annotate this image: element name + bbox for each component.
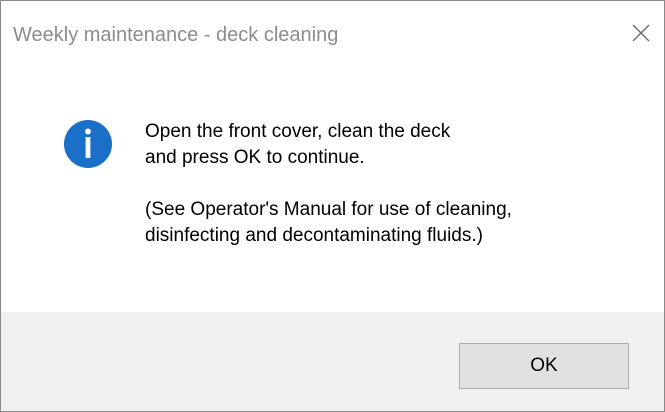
- title-bar[interactable]: Weekly maintenance - deck cleaning: [1, 1, 664, 77]
- ok-button[interactable]: OK: [459, 343, 629, 389]
- message-text: Open the front cover, clean the deck and…: [145, 119, 645, 249]
- message-line-1: Open the front cover, clean the deck: [145, 121, 451, 142]
- button-bar: OK: [1, 312, 664, 411]
- info-icon: [63, 119, 113, 169]
- message-line-3: (See Operator's Manual for use of cleani…: [145, 199, 512, 220]
- close-icon: [631, 23, 651, 48]
- window-title: Weekly maintenance - deck cleaning: [13, 24, 339, 46]
- message-line-4: disinfecting and decontaminating fluids.…: [145, 225, 483, 246]
- message-dialog: Weekly maintenance - deck cleaning Open …: [0, 0, 665, 412]
- close-button[interactable]: [621, 15, 661, 55]
- dialog-content: Open the front cover, clean the deck and…: [1, 77, 664, 312]
- message-line-2: and press OK to continue.: [145, 147, 365, 168]
